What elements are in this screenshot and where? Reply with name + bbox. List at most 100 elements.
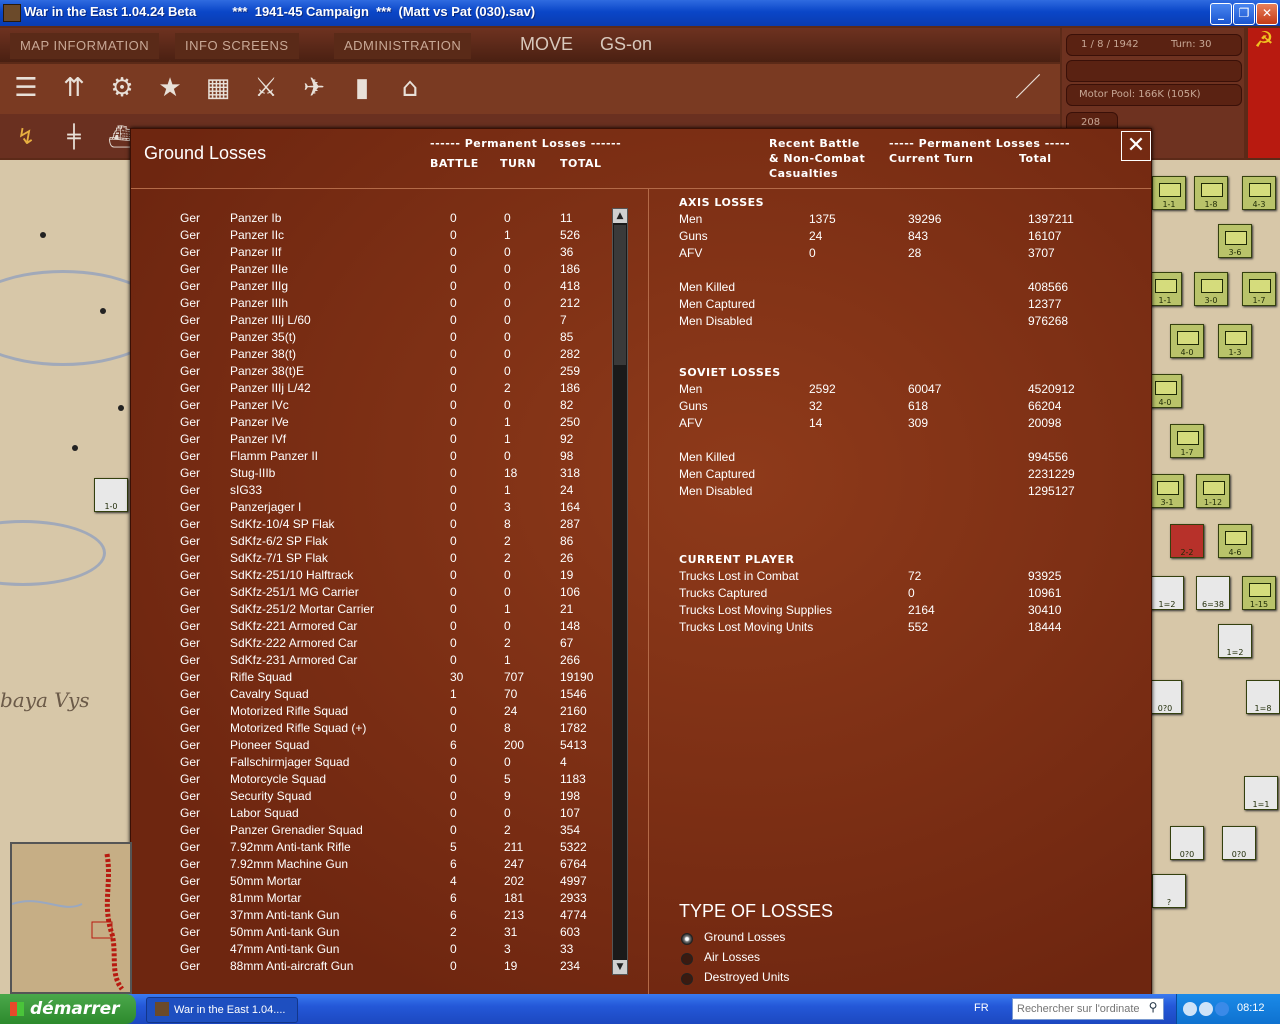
scroll-up-button[interactable]: ▲ [613, 209, 627, 223]
table-row[interactable]: Ger Panzer Grenadier Squad 0 2 354 [131, 823, 611, 840]
move-path-icon[interactable]: ↯ [8, 120, 44, 156]
volume-icon[interactable] [1215, 1002, 1229, 1016]
table-row[interactable]: Ger 88mm Anti-aircraft Gun 0 19 234 [131, 959, 611, 976]
unit-counter[interactable]: 1-15 [1242, 576, 1276, 610]
table-row[interactable]: Ger Pioneer Squad 6 200 5413 [131, 738, 611, 755]
language-indicator[interactable]: FR [974, 1002, 989, 1014]
table-row[interactable]: Ger 50mm Anti-tank Gun 2 31 603 [131, 925, 611, 942]
unit-counter[interactable]: 1=1 [1244, 776, 1278, 810]
factory-icon[interactable]: ▦ [200, 70, 236, 106]
minimize-button[interactable]: _ [1210, 3, 1232, 25]
table-row[interactable]: Ger SdKfz-231 Armored Car 0 1 266 [131, 653, 611, 670]
star-icon[interactable]: ★ [152, 70, 188, 106]
table-row[interactable]: Ger Motorized Rifle Squad (+) 0 8 1782 [131, 721, 611, 738]
radio-unselected-icon[interactable] [681, 973, 693, 985]
table-row[interactable]: Ger 7.92mm Machine Gun 6 247 6764 [131, 857, 611, 874]
table-row[interactable]: Ger Panzer Ib 0 0 11 [131, 211, 611, 228]
table-row[interactable]: Ger SdKfz-221 Armored Car 0 0 148 [131, 619, 611, 636]
tab-map-information[interactable]: MAP INFORMATION [10, 33, 160, 59]
table-row[interactable]: Ger SdKfz-251/2 Mortar Carrier 0 1 21 [131, 602, 611, 619]
table-row[interactable]: Ger SdKfz-7/1 SP Flak 0 2 26 [131, 551, 611, 568]
unit-counter[interactable]: 4-3 [1242, 176, 1276, 210]
maximize-button[interactable]: ❐ [1233, 3, 1255, 25]
close-dialog-button[interactable]: ✕ [1121, 131, 1151, 161]
unit-counter[interactable]: 1-0 [94, 478, 128, 512]
table-row[interactable]: Ger 7.92mm Anti-tank Rifle 5 211 5322 [131, 840, 611, 857]
table-row[interactable]: Ger SdKfz-222 Armored Car 0 2 67 [131, 636, 611, 653]
unit-counter[interactable]: 1-1 [1148, 272, 1182, 306]
unit-counter[interactable]: ? [1152, 874, 1186, 908]
table-row[interactable]: Ger SdKfz-10/4 SP Flak 0 8 287 [131, 517, 611, 534]
unit-counter[interactable]: 3-6 [1218, 224, 1252, 258]
unit-counter[interactable]: 1-8 [1194, 176, 1228, 210]
table-row[interactable]: Ger Motorcycle Squad 0 5 1183 [131, 772, 611, 789]
table-row[interactable]: Ger Labor Squad 0 0 107 [131, 806, 611, 823]
table-row[interactable]: Ger Panzer IIc 0 1 526 [131, 228, 611, 245]
table-row[interactable]: Ger Panzer IIIh 0 0 212 [131, 296, 611, 313]
units-icon[interactable]: ⇈ [56, 70, 92, 106]
table-row[interactable]: Ger Fallschirmjager Squad 0 0 4 [131, 755, 611, 772]
table-row[interactable]: Ger Rifle Squad 30 707 19190 [131, 670, 611, 687]
unit-counter[interactable]: 1-1 [1152, 176, 1186, 210]
radio-unselected-icon[interactable] [681, 953, 693, 965]
table-row[interactable]: Ger Panzer IVc 0 0 82 [131, 398, 611, 415]
unit-counter[interactable]: 4-0 [1170, 324, 1204, 358]
minimap[interactable] [10, 842, 132, 994]
unit-counter[interactable]: 1-3 [1218, 324, 1252, 358]
taskbar-app-button[interactable]: War in the East 1.04.... [146, 997, 298, 1023]
tab-administration[interactable]: ADMINISTRATION [334, 33, 472, 59]
table-row[interactable]: Ger Stug-IIIb 0 18 318 [131, 466, 611, 483]
gs-toggle[interactable]: GS-on [600, 34, 652, 55]
table-row[interactable]: Ger Panzer IIIj L/60 0 0 7 [131, 313, 611, 330]
start-button[interactable]: démarrer [0, 994, 136, 1024]
table-row[interactable]: Ger Panzer IVf 0 1 92 [131, 432, 611, 449]
table-row[interactable]: Ger Panzer 38(t)E 0 0 259 [131, 364, 611, 381]
losses-scrollbar[interactable]: ▲ ▼ [612, 208, 628, 975]
unit-counter[interactable]: 1-12 [1196, 474, 1230, 508]
table-row[interactable]: Ger sIG33 0 1 24 [131, 483, 611, 500]
close-window-button[interactable]: ✕ [1256, 3, 1278, 25]
unit-counter[interactable]: 6=38 [1196, 576, 1230, 610]
radio-selected-icon[interactable] [681, 933, 693, 945]
table-row[interactable]: Ger Motorized Rifle Squad 0 24 2160 [131, 704, 611, 721]
table-row[interactable]: Ger 81mm Mortar 6 181 2933 [131, 891, 611, 908]
search-input[interactable] [1015, 1000, 1141, 1018]
table-row[interactable]: Ger 47mm Anti-tank Gun 0 3 33 [131, 942, 611, 959]
unit-counter[interactable]: 1-7 [1242, 272, 1276, 306]
table-row[interactable]: Ger Panzer 38(t) 0 0 282 [131, 347, 611, 364]
gear-icon[interactable]: ⚙ [104, 70, 140, 106]
table-row[interactable]: Ger Panzer IVe 0 1 250 [131, 415, 611, 432]
table-row[interactable]: Ger 37mm Anti-tank Gun 6 213 4774 [131, 908, 611, 925]
table-row[interactable]: Ger 50mm Mortar 4 202 4997 [131, 874, 611, 891]
rail-track-icon[interactable]: ╪ [56, 120, 92, 156]
search-box[interactable]: ⚲ [1012, 998, 1164, 1020]
unit-counter[interactable]: 1=2 [1218, 624, 1252, 658]
table-row[interactable]: Ger Panzer IIf 0 0 36 [131, 245, 611, 262]
crossed-swords-icon[interactable]: ⚔ [248, 70, 284, 106]
scroll-thumb[interactable] [614, 225, 626, 365]
table-row[interactable]: Ger Panzer IIIe 0 0 186 [131, 262, 611, 279]
table-row[interactable]: Ger SdKfz-6/2 SP Flak 0 2 86 [131, 534, 611, 551]
table-row[interactable]: Ger Security Squad 0 9 198 [131, 789, 611, 806]
stack-icon[interactable]: ☰ [8, 70, 44, 106]
table-row[interactable]: Ger Panzer 35(t) 0 0 85 [131, 330, 611, 347]
unit-counter[interactable]: 3-0 [1194, 272, 1228, 306]
table-row[interactable]: Ger SdKfz-251/10 Halftrack 0 0 19 [131, 568, 611, 585]
airplane-icon[interactable]: ✈ [296, 70, 332, 106]
unit-counter[interactable]: 0?0 [1148, 680, 1182, 714]
scroll-down-button[interactable]: ▼ [613, 960, 627, 974]
table-row[interactable]: Ger Panzer IIIj L/42 0 2 186 [131, 381, 611, 398]
pencil-icon[interactable]: ／ [1010, 70, 1046, 106]
unit-counter[interactable]: 4-6 [1218, 524, 1252, 558]
unit-counter[interactable]: 1-7 [1170, 424, 1204, 458]
table-row[interactable]: Ger Panzerjager I 0 3 164 [131, 500, 611, 517]
unit-counter[interactable]: 1=8 [1246, 680, 1280, 714]
unit-counter[interactable]: 3-1 [1150, 474, 1184, 508]
unit-counter[interactable]: 0?0 [1170, 826, 1204, 860]
network-icon[interactable] [1199, 1002, 1213, 1016]
unit-counter[interactable]: 4-0 [1148, 374, 1182, 408]
table-row[interactable]: Ger Cavalry Squad 1 70 1546 [131, 687, 611, 704]
search-icon[interactable]: ⚲ [1145, 1000, 1161, 1016]
table-row[interactable]: Ger Flamm Panzer II 0 0 98 [131, 449, 611, 466]
unit-counter[interactable]: 2-2 [1170, 524, 1204, 558]
